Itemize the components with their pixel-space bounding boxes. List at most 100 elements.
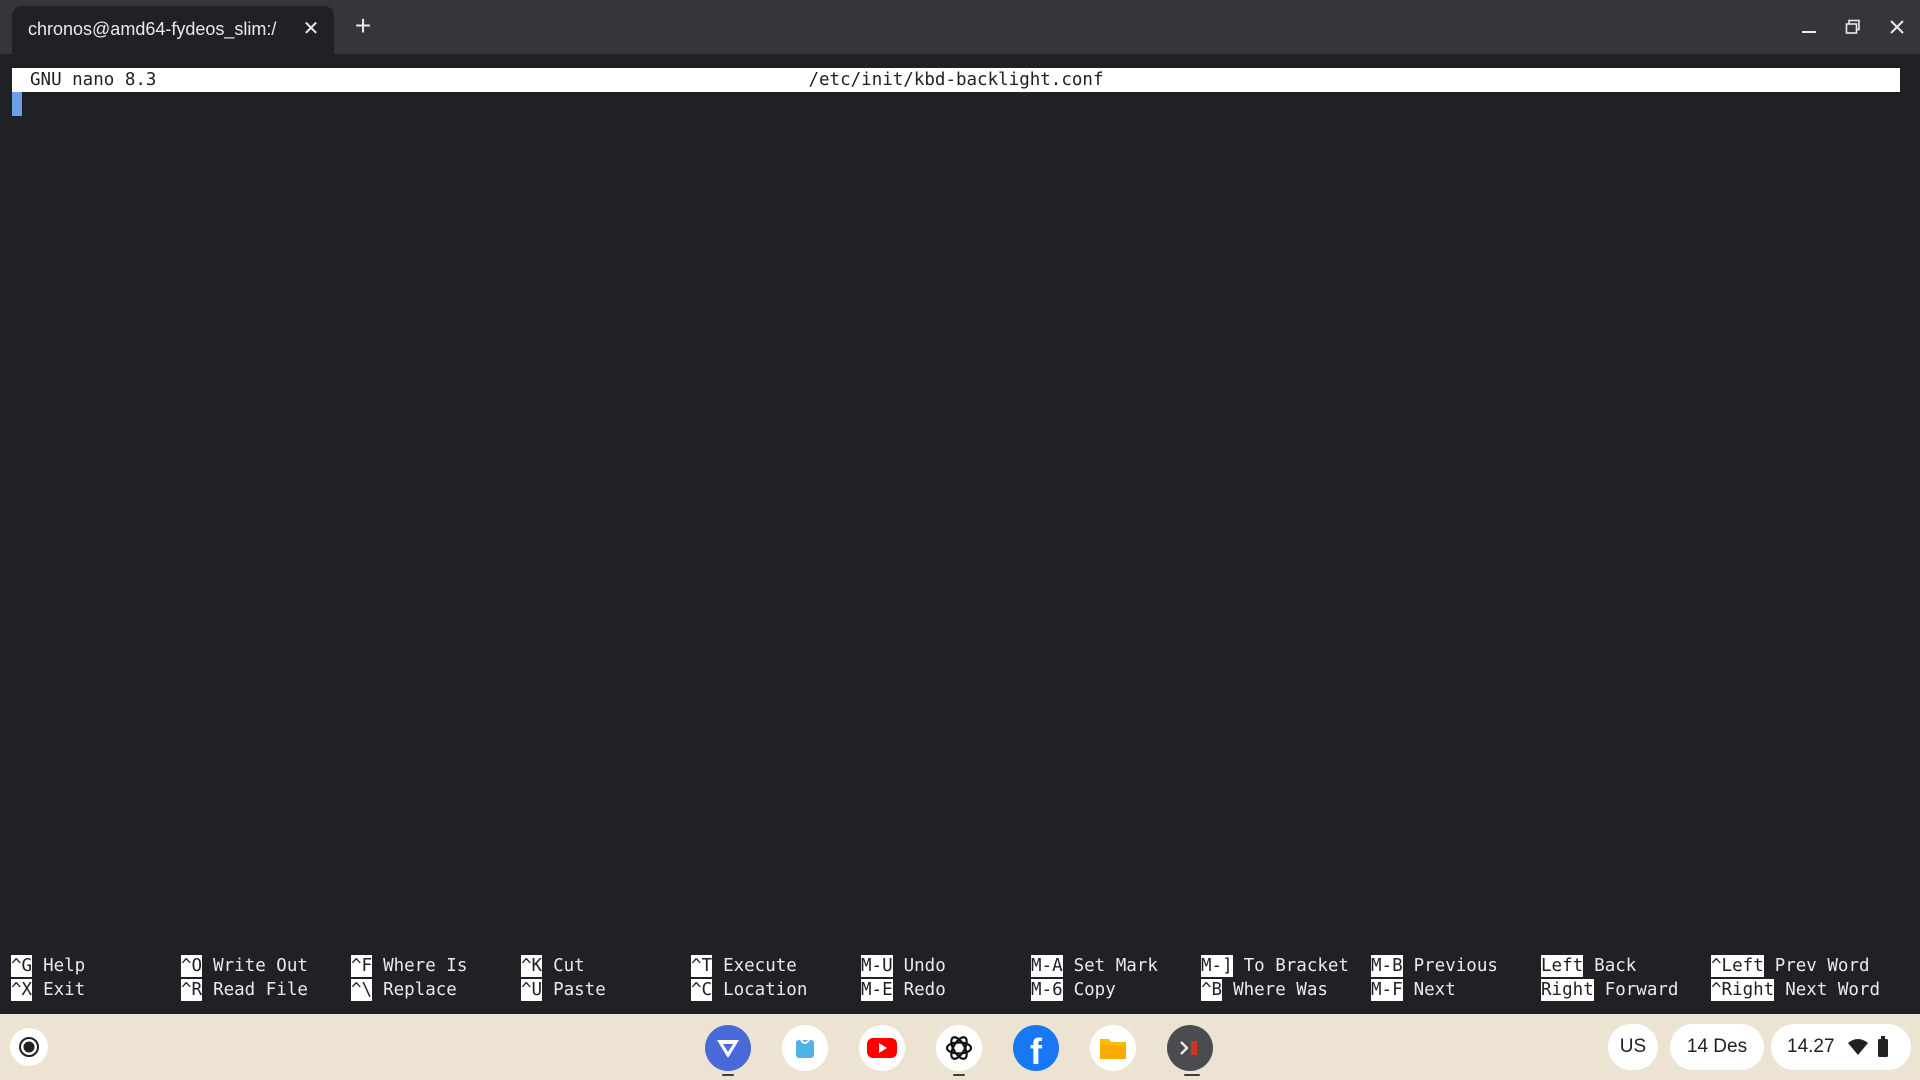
running-indicator [953,1074,965,1076]
time-label: 14.27 [1787,1036,1835,1057]
ime-indicator[interactable]: US [1608,1024,1658,1070]
shortcut-item: ^B Where Was [1201,978,1328,1002]
shortcut-item: ^Left Prev Word [1711,954,1870,978]
shortcut-key: ^K [521,955,543,977]
shortcut-key: ^B [1201,979,1223,1001]
shortcut-key: ^F [351,955,373,977]
text-cursor [12,92,22,116]
shortcut-label: Next Word [1785,980,1881,1000]
youtube-icon[interactable] [859,1025,905,1071]
shortcut-key: ^Left [1711,955,1764,977]
running-indicator [722,1074,734,1076]
shortcut-key: ^O [181,955,203,977]
shortcut-key: ^\ [351,979,373,1001]
shortcut-key: M-U [861,955,893,977]
shortcut-item: Right Forward [1541,978,1678,1002]
shortcut-label: Where Is [383,956,468,976]
shortcut-label: Write Out [213,956,308,976]
shortcut-label: Execute [723,956,797,976]
shortcut-item: ^G Help [11,954,85,978]
shortcut-item: ^T Execute [691,954,797,978]
shortcut-key: Left [1541,955,1584,977]
facebook-icon[interactable]: f [1013,1025,1059,1072]
files-store-icon[interactable] [782,1025,828,1071]
shortcut-label: Where Was [1233,980,1328,1000]
shortcut-item: M-B Previous [1371,954,1498,978]
shortcut-label: Location [723,980,808,1000]
running-indicator [1184,1074,1200,1076]
shortcut-item: M-] To Bracket [1201,954,1349,978]
tab-close-icon[interactable]: ✕ [298,16,324,42]
shortcut-label: Cut [553,956,585,976]
shortcut-item: ^F Where Is [351,954,467,978]
wifi-icon [1847,1039,1868,1055]
chatgpt-icon[interactable] [936,1025,982,1071]
shortcut-item: ^Right Next Word [1711,978,1880,1002]
shortcut-item: ^U Paste [521,978,606,1002]
nano-title-bar: GNU nano 8.3 /etc/init/kbd-backlight.con… [12,68,1900,92]
shortcut-key: ^X [11,979,33,1001]
shortcut-item: M-A Set Mark [1031,954,1158,978]
shortcut-label: Forward [1604,980,1679,1000]
shortcut-label: Undo [903,956,946,976]
nano-filename: /etc/init/kbd-backlight.conf [808,70,1104,90]
shortcut-key: ^U [521,979,543,1001]
shortcut-key: ^R [181,979,203,1001]
terminal-tab[interactable]: chronos@amd64-fydeos_slim:/ ✕ [12,6,334,54]
window-titlebar: chronos@amd64-fydeos_slim:/ ✕ + [0,0,1920,54]
launcher-icon [19,1037,39,1057]
shortcut-key: M-A [1031,955,1063,977]
close-window-icon[interactable] [1880,12,1914,42]
shortcut-label: Replace [383,980,457,1000]
shortcut-label: To Bracket [1243,956,1349,976]
shortcut-item: ^C Location [691,978,807,1002]
shortcut-item: M-6 Copy [1031,978,1116,1002]
ime-label: US [1619,1036,1647,1057]
shortcut-label: Next [1413,980,1456,1000]
new-tab-button[interactable]: + [348,12,378,42]
shortcut-item: ^X Exit [11,978,85,1002]
shortcut-item: M-U Undo [861,954,946,978]
shortcut-item: ^K Cut [521,954,585,978]
shortcut-key: M-] [1201,955,1233,977]
shortcut-row-2: ^X Exit ^R Read File ^\ Replace ^U Paste ^C Locat… [0,978,1920,1002]
shortcut-item: M-F Next [1371,978,1456,1002]
launcher-button[interactable] [10,1028,48,1066]
date-label: 14 Des [1686,1036,1748,1057]
files-icon[interactable] [1090,1025,1136,1071]
shortcut-item: Left Back [1541,954,1636,978]
shortcut-key: ^T [691,955,713,977]
shortcut-row-1: ^G Help ^O Write Out ^F Where Is ^K Cut ^T Execut… [0,954,1920,978]
shortcut-key: M-F [1371,979,1403,1001]
shortcut-label: Redo [903,980,946,1000]
restore-icon[interactable] [1836,12,1870,42]
shortcut-item: ^O Write Out [181,954,308,978]
shortcut-label: Read File [213,980,308,1000]
shortcut-item: ^\ Replace [351,978,457,1002]
shortcut-label: Back [1594,956,1637,976]
shelf: f US 14 Des 14.27 [0,1014,1920,1080]
tab-title: chronos@amd64-fydeos_slim:/ [28,19,277,39]
battery-icon [1877,1036,1888,1057]
shortcut-key: M-6 [1031,979,1063,1001]
shortcut-label: Copy [1073,980,1116,1000]
shortcut-key: M-B [1371,955,1403,977]
status-tray[interactable]: 14.27 [1771,1024,1911,1070]
shortcut-label: Help [43,956,86,976]
terminal-area[interactable]: GNU nano 8.3 /etc/init/kbd-backlight.con… [0,54,1920,1014]
shortcut-label: Paste [553,980,606,1000]
shortcut-key: ^Right [1711,979,1775,1001]
shortcut-key: M-E [861,979,893,1001]
shortcut-key: Right [1541,979,1594,1001]
shortcut-label: Set Mark [1073,956,1158,976]
fydeos-app-icon[interactable] [705,1025,751,1071]
shortcut-label: Prev Word [1774,956,1870,976]
shortcut-label: Exit [43,980,86,1000]
shortcut-label: Previous [1413,956,1498,976]
date-tray[interactable]: 14 Des [1670,1024,1764,1070]
shortcut-key: ^G [11,955,33,977]
minimize-icon[interactable] [1792,12,1826,42]
shortcut-key: ^C [691,979,713,1001]
shortcut-item: ^R Read File [181,978,308,1002]
terminal-icon[interactable] [1167,1025,1213,1071]
